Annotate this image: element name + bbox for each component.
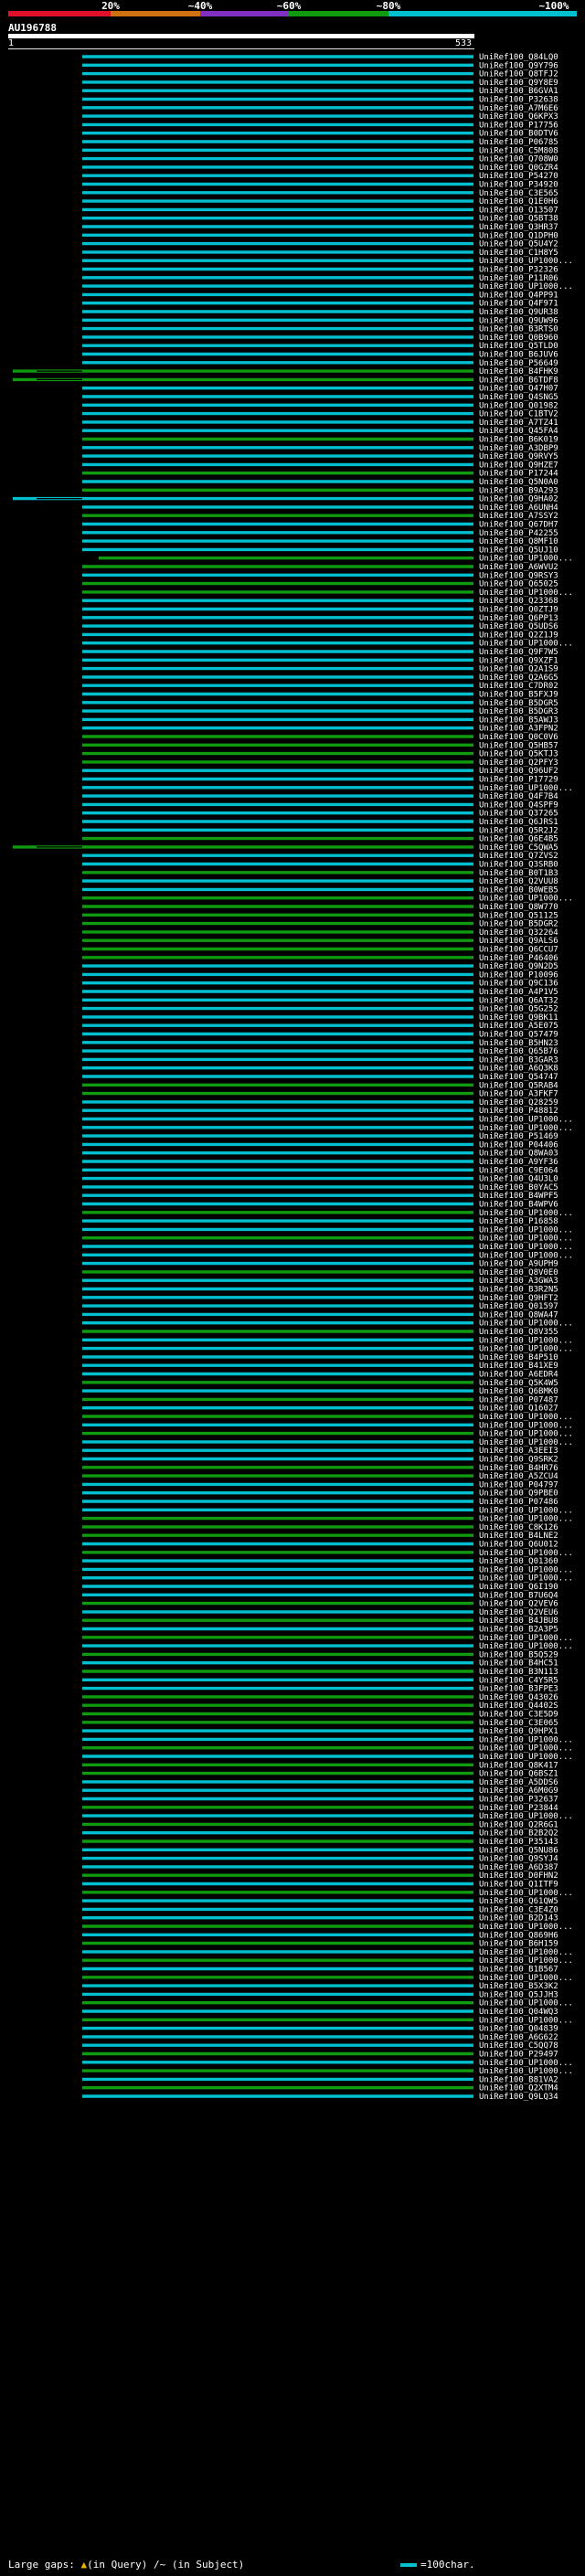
legend: Large gaps: ▲(in Query) /~ (in Subject) … [0, 2555, 585, 2573]
legend-large-gaps-label: Large gaps: [8, 2559, 75, 2571]
legend-in-query: (in Query) [87, 2559, 148, 2571]
hit-label[interactable]: UniRef100_Q9LQ34 [479, 2093, 558, 2102]
legend-scale-text: =100char. [420, 2559, 475, 2571]
legend-large-gaps: Large gaps: ▲(in Query) /~ (in Subject) [8, 2559, 244, 2571]
hit-alignments: UniRef100_Q84LQ0UniRef100_Q9Y796UniRef10… [13, 53, 573, 2102]
legend-scale-mark [400, 2563, 417, 2567]
legend-in-subject: /~ (in Subject) [153, 2559, 245, 2571]
